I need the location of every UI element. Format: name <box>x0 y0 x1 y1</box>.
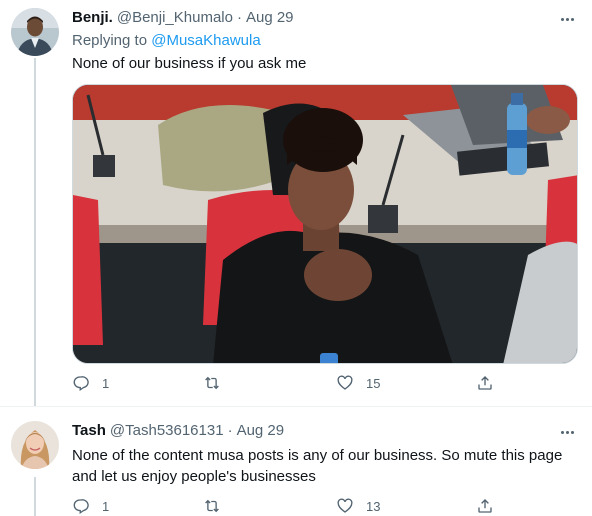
action-bar: 1 13 <box>72 497 504 516</box>
thread-line <box>34 58 36 406</box>
action-bar: 1 15 <box>72 374 504 394</box>
share-icon <box>478 499 492 513</box>
separator-dot: · <box>227 422 233 439</box>
user-handle[interactable]: @Benji_Khumalo <box>117 9 233 26</box>
heart-icon <box>337 375 353 390</box>
more-dot-icon <box>565 430 569 434</box>
more-dot-icon <box>560 17 564 21</box>
reply-count: 1 <box>102 498 110 514</box>
reply-button[interactable]: 1 <box>72 497 109 515</box>
display-name[interactable]: Tash <box>72 422 106 439</box>
like-button[interactable]: 13 <box>336 497 380 515</box>
display-name[interactable]: Benji. <box>72 9 113 26</box>
mention-link[interactable]: @MusaKhawula <box>151 32 260 49</box>
replying-to: Replying to @MusaKhawula <box>72 32 261 49</box>
heart-icon <box>337 498 353 513</box>
tweet-text: None of the content musa posts is any of… <box>72 447 563 485</box>
avatar-photo-icon <box>11 421 59 469</box>
reply-button[interactable]: 1 <box>72 374 109 392</box>
reply-count: 1 <box>102 375 110 391</box>
share-icon <box>478 376 492 390</box>
avatar[interactable] <box>11 8 59 56</box>
replying-prefix: Replying to <box>72 32 148 49</box>
tweet-date[interactable]: Aug 29 <box>246 9 294 26</box>
thread-line <box>34 477 36 516</box>
share-button[interactable] <box>476 374 494 392</box>
tweet-header: Benji. @Benji_Khumalo · Aug 29 <box>72 9 294 26</box>
like-count: 15 <box>366 375 381 391</box>
tweet-date[interactable]: Aug 29 <box>237 422 285 439</box>
tweet[interactable]: Tash @Tash53616131 · Aug 29 None of the … <box>0 406 592 516</box>
reply-icon <box>73 376 89 392</box>
avatar-photo-icon <box>11 8 59 56</box>
retweet-icon <box>205 376 219 390</box>
attached-photo-icon <box>73 85 577 363</box>
avatar[interactable] <box>11 421 59 469</box>
more-options-button[interactable] <box>556 10 578 28</box>
more-dot-icon <box>570 17 574 21</box>
retweet-icon <box>205 499 219 513</box>
tweet-header: Tash @Tash53616131 · Aug 29 <box>72 422 284 439</box>
retweet-button[interactable] <box>203 497 233 515</box>
tweet-text: None of our business if you ask me <box>72 55 307 72</box>
more-dot-icon <box>570 430 574 434</box>
more-options-button[interactable] <box>556 423 578 441</box>
like-button[interactable]: 15 <box>336 374 380 392</box>
share-button[interactable] <box>476 497 494 515</box>
tweet[interactable]: Benji. @Benji_Khumalo · Aug 29 Replying … <box>0 0 592 406</box>
reply-icon <box>73 499 89 515</box>
user-handle[interactable]: @Tash53616131 <box>110 422 224 439</box>
separator-dot: · <box>236 9 242 26</box>
like-count: 13 <box>366 498 381 514</box>
more-dot-icon <box>565 17 569 21</box>
more-dot-icon <box>560 430 564 434</box>
tweet-media[interactable] <box>72 84 578 364</box>
retweet-button[interactable] <box>203 374 233 392</box>
